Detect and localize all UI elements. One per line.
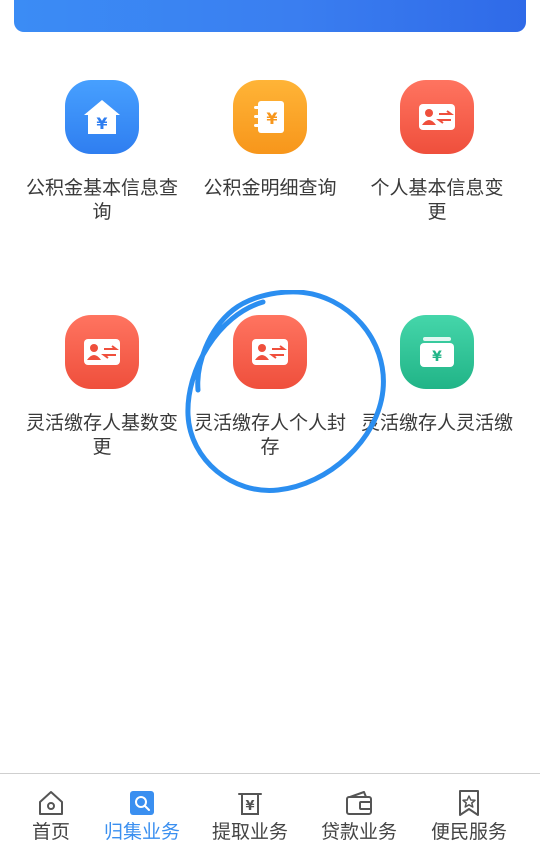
tab-label: 归集业务 (103, 821, 180, 843)
tile-flex-base-change[interactable]: 灵活缴存人基数变更 (17, 315, 187, 459)
tab-collection[interactable]: 归集业务 (88, 788, 196, 846)
bottom-tab-bar: 首页 归集业务 ¥ 提取业务 贷款业务 便民服务 (0, 773, 540, 857)
star-bookmark-icon (415, 788, 523, 818)
search-icon (88, 788, 196, 818)
top-banner[interactable] (14, 0, 526, 32)
ledger-yen-icon: ¥ (233, 80, 307, 154)
tile-flex-payment[interactable]: ¥ 灵活缴存人灵活缴 (352, 315, 522, 435)
id-card-transfer-icon (65, 315, 139, 389)
tile-flex-personal-seal[interactable]: 灵活缴存人个人封存 (185, 315, 355, 459)
wallet-icon (305, 788, 413, 818)
id-card-transfer-icon (233, 315, 307, 389)
yen-withdraw-icon: ¥ (196, 788, 304, 818)
tile-label: 灵活缴存人个人封存 (193, 412, 346, 458)
svg-text:¥: ¥ (266, 109, 277, 128)
tile-label: 公积金基本信息查询 (25, 177, 178, 223)
tile-personal-info-change[interactable]: 个人基本信息变更 (352, 80, 522, 224)
tab-label: 便民服务 (430, 821, 507, 843)
svg-text:¥: ¥ (96, 114, 107, 133)
tile-label: 灵活缴存人基数变更 (25, 412, 178, 458)
wallet-yen-icon: ¥ (400, 315, 474, 389)
tile-label: 灵活缴存人灵活缴 (360, 412, 513, 434)
tile-label: 个人基本信息变更 (370, 177, 504, 223)
id-card-transfer-icon (400, 80, 474, 154)
tab-loan[interactable]: 贷款业务 (305, 788, 413, 846)
tab-label: 贷款业务 (320, 821, 397, 843)
tile-fund-detail[interactable]: ¥ 公积金明细查询 (185, 80, 355, 200)
tab-withdrawal[interactable]: ¥ 提取业务 (196, 788, 304, 846)
tile-fund-basic-info[interactable]: ¥ 公积金基本信息查询 (17, 80, 187, 224)
house-yen-icon: ¥ (65, 80, 139, 154)
tab-convenience[interactable]: 便民服务 (415, 788, 523, 846)
tile-label: 公积金明细查询 (203, 177, 337, 199)
tab-label: 提取业务 (211, 821, 288, 843)
svg-text:¥: ¥ (245, 799, 254, 814)
svg-text:¥: ¥ (432, 349, 442, 365)
